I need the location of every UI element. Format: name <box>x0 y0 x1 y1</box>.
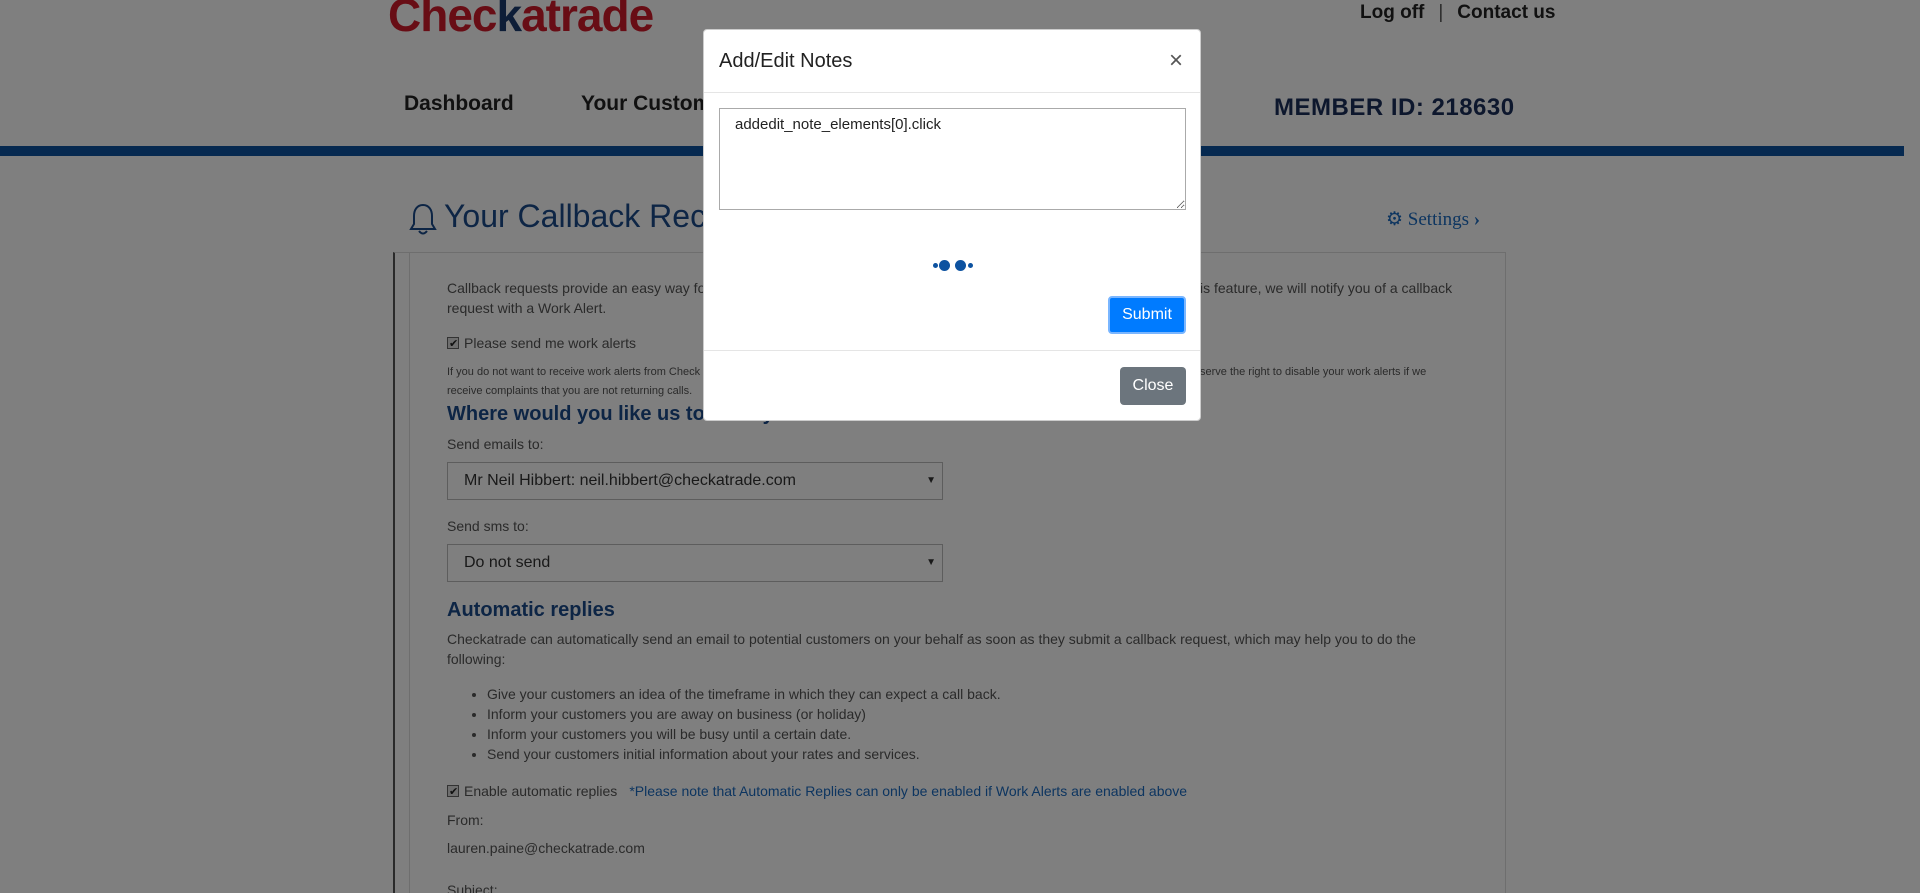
close-button[interactable]: Close <box>1120 367 1186 405</box>
modal-footer-divider <box>704 350 1200 351</box>
modal-header: Add/Edit Notes × <box>704 30 1200 93</box>
add-edit-notes-modal: Add/Edit Notes × addedit_note_elements[0… <box>703 29 1201 421</box>
loading-spinner-icon <box>930 257 978 273</box>
notes-textarea[interactable]: addedit_note_elements[0].click <box>719 108 1186 210</box>
submit-button[interactable]: Submit <box>1108 296 1186 334</box>
close-icon[interactable]: × <box>1169 47 1183 75</box>
modal-title: Add/Edit Notes <box>719 50 853 72</box>
